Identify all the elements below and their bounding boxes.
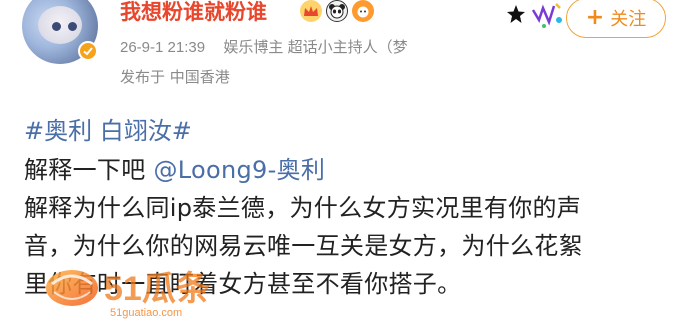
post-source[interactable]: 娱乐博主 超话小主持人（梦 xyxy=(223,39,407,56)
follow-label: 关注 xyxy=(610,9,647,30)
panda-badge-icon xyxy=(326,0,348,22)
post-location: 发布于 中国香港 xyxy=(120,68,230,86)
star-sticker-icon xyxy=(507,5,525,23)
plus-icon: + xyxy=(585,5,605,30)
watermark-url: 51guatiao.com xyxy=(110,307,182,319)
mention-link[interactable]: @Loong9-奥利 xyxy=(153,156,325,184)
username[interactable]: 我想粉谁就粉谁 xyxy=(120,0,267,24)
verified-badge-icon xyxy=(78,41,98,61)
sticker-doodle-icon xyxy=(531,3,562,28)
crown-badge-icon xyxy=(300,0,322,22)
topic-hashtag[interactable]: #奥利 白翊汝# xyxy=(24,111,192,146)
fox-badge-icon xyxy=(352,0,374,22)
post-text-line-4: 里你有时一直盯着女方甚至不看你搭子。 xyxy=(24,270,462,298)
post-text-line-2: 解释为什么同ip泰兰德，为什么女方实况里有你的声 xyxy=(24,194,582,222)
post-text-line-1: 解释一下吧 @Loong9-奥利 xyxy=(24,150,325,185)
follow-button[interactable]: + 关注 xyxy=(566,0,666,38)
post-meta: 26-9-1 21:39 娱乐博主 超话小主持人（梦 xyxy=(120,36,408,57)
avatar-eye-left xyxy=(52,22,61,31)
post-text-line-1-prefix: 解释一下吧 xyxy=(24,156,154,184)
avatar-eye-right xyxy=(68,22,77,31)
post-timestamp: 26-9-1 21:39 xyxy=(120,39,206,56)
post-text-line-3: 音，为什么你的网易云唯一互关是女方，为什么花絮 xyxy=(24,232,583,260)
user-badges xyxy=(300,0,374,22)
